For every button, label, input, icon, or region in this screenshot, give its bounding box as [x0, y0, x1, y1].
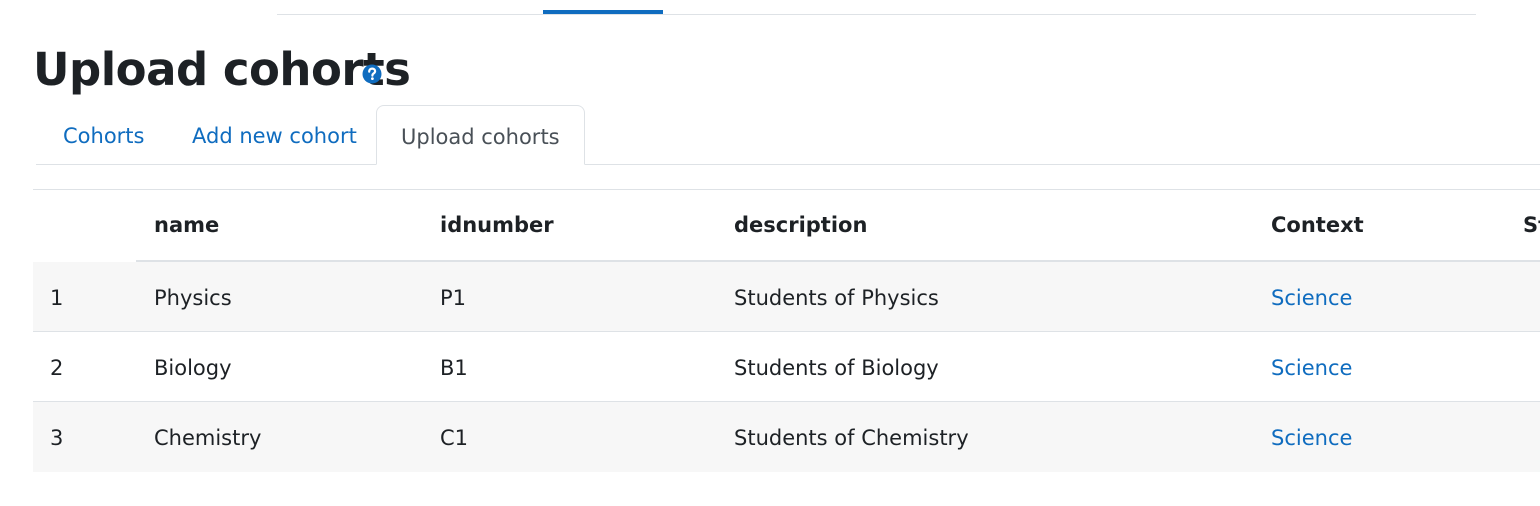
top-nav-divider: [277, 14, 1476, 15]
question-circle-icon[interactable]: [362, 64, 382, 84]
tab-add-new-cohort[interactable]: Add new cohort: [192, 105, 357, 164]
row-number: 1: [50, 286, 64, 310]
column-header-context: Context: [1271, 213, 1364, 237]
cohort-description: Students of Chemistry: [734, 426, 969, 450]
cohort-idnumber: C1: [440, 426, 469, 450]
context-link[interactable]: Science: [1271, 262, 1352, 332]
table-row: 3 Chemistry C1 Students of Chemistry Sci…: [33, 402, 1540, 472]
table-row: 2 Biology B1 Students of Biology Science: [33, 332, 1540, 402]
column-header-idnumber: idnumber: [440, 213, 554, 237]
cohort-description: Students of Biology: [734, 356, 939, 380]
cohort-idnumber: P1: [440, 286, 467, 310]
cohort-name: Biology: [154, 356, 232, 380]
column-header-status: St: [1523, 213, 1540, 237]
table-header: name idnumber description Context St: [33, 190, 1540, 260]
column-header-name: name: [154, 213, 220, 237]
row-number: 2: [50, 356, 64, 380]
column-header-description: description: [734, 213, 868, 237]
cohort-idnumber: B1: [440, 356, 468, 380]
cohort-description: Students of Physics: [734, 286, 939, 310]
tab-bar: Cohorts Add new cohort Upload cohorts: [36, 105, 1540, 165]
context-link[interactable]: Science: [1271, 402, 1352, 472]
top-nav-active-indicator: [543, 10, 663, 14]
page-title: Upload cohorts: [33, 43, 411, 96]
tab-cohorts[interactable]: Cohorts: [63, 105, 144, 164]
cohort-name: Chemistry: [154, 426, 262, 450]
tab-upload-cohorts[interactable]: Upload cohorts: [376, 105, 585, 165]
row-number: 3: [50, 426, 64, 450]
context-link[interactable]: Science: [1271, 332, 1352, 402]
cohorts-preview-table: name idnumber description Context St 1 P…: [33, 189, 1540, 472]
cohort-name: Physics: [154, 286, 232, 310]
table-row: 1 Physics P1 Students of Physics Science: [33, 262, 1540, 332]
